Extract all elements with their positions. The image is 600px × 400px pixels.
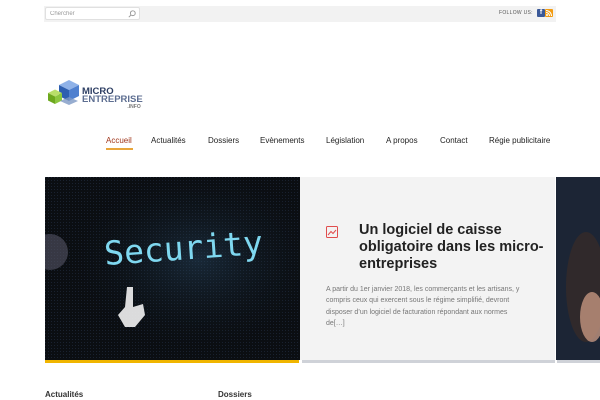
section-heading-actualites: Actualités xyxy=(45,390,84,399)
section-heading-dossiers: Dossiers xyxy=(218,390,252,399)
rss-icon[interactable] xyxy=(545,9,553,17)
follow-us-label: FOLLOW US: xyxy=(499,10,533,16)
nav-item-actualites[interactable]: Actualités xyxy=(151,136,186,145)
hero-image[interactable]: Security xyxy=(45,177,300,360)
facebook-icon[interactable]: f xyxy=(537,9,545,17)
search-input[interactable] xyxy=(50,8,128,19)
next-slide-image[interactable] xyxy=(556,177,600,360)
nav-item-a-propos[interactable]: A propos xyxy=(386,136,418,145)
nav-item-accueil[interactable]: Accueil xyxy=(106,136,132,145)
nav-item-regie-publicitaire[interactable]: Régie publicitaire xyxy=(489,136,550,145)
search-box[interactable] xyxy=(45,7,140,20)
nav-item-contact[interactable]: Contact xyxy=(440,136,468,145)
slide-indicator-active[interactable] xyxy=(45,360,299,363)
nav-item-legislation[interactable]: Législation xyxy=(326,136,364,145)
search-icon[interactable] xyxy=(128,10,136,18)
slide-title[interactable]: Un logiciel de caisse obligatoire dans l… xyxy=(359,222,549,273)
nav-item-evenements[interactable]: Evènements xyxy=(260,136,304,145)
logo-cubes[interactable] xyxy=(46,79,82,109)
slide-excerpt: A partir du 1er janvier 2018, les commer… xyxy=(326,286,520,327)
slide-indicator[interactable] xyxy=(302,360,555,363)
logo-line-2: ENTREPRISE xyxy=(82,94,143,105)
logo-text[interactable]: MICRO ENTREPRISE .INFO xyxy=(82,87,143,110)
slide-indicator[interactable] xyxy=(557,360,600,363)
nav-item-dossiers[interactable]: Dossiers xyxy=(208,136,239,145)
image-post-icon xyxy=(326,226,338,238)
nav-active-underline xyxy=(106,148,133,150)
